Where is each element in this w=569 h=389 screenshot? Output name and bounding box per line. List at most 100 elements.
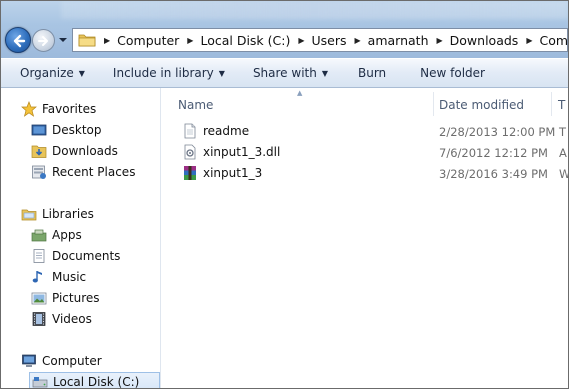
column-header-name[interactable]: Name (178, 95, 213, 115)
recent-pages-dropdown[interactable] (58, 35, 68, 45)
file-row-xinput-dll[interactable]: xinput1_3.dll 7/6/2012 12:12 PM A (162, 142, 568, 162)
desktop-icon (31, 122, 47, 138)
organize-button[interactable]: Organize ▼ (17, 62, 88, 84)
column-header-date-modified[interactable]: Date modified (439, 95, 524, 115)
file-date: 2/28/2013 12:00 PM (439, 125, 556, 139)
nav-favorites[interactable]: Favorites (21, 99, 96, 119)
computer-label: Computer (42, 354, 102, 368)
breadcrumb-compressed[interactable]: Compressed (539, 33, 568, 48)
file-date: 3/28/2016 3:49 PM (439, 167, 548, 181)
downloads-folder-icon (31, 143, 47, 159)
local-disk-label: Local Disk (C:) (53, 375, 140, 389)
chevron-down-icon: ▼ (321, 68, 328, 78)
column-type-label: T (558, 98, 566, 112)
file-name-cell: readme (182, 123, 249, 139)
navigation-pane: Favorites Desktop Downloads Recent Place… (1, 88, 161, 389)
music-label: Music (52, 270, 87, 284)
nav-libraries[interactable]: Libraries (21, 204, 94, 224)
apps-label: Apps (52, 228, 82, 242)
file-name: readme (203, 124, 250, 138)
breadcrumb-computer[interactable]: Computer (117, 33, 179, 48)
command-bar: Organize ▼ Include in library ▼ Share wi… (1, 58, 568, 88)
nav-downloads[interactable]: Downloads (31, 141, 118, 161)
file-list-pane: ▲ Name Date modified T readme 2/28/2013 … (162, 88, 568, 388)
hard-drive-icon (32, 374, 48, 388)
nav-documents[interactable]: Documents (31, 246, 120, 266)
nav-music[interactable]: Music (31, 267, 86, 287)
documents-library-icon (31, 248, 47, 264)
nav-recent-places[interactable]: Recent Places (31, 162, 135, 182)
share-with-label: Share with (252, 66, 317, 80)
forward-button[interactable] (32, 29, 55, 52)
include-in-library-label: Include in library (112, 66, 214, 80)
file-name-cell: xinput1_3.dll (182, 144, 280, 160)
winrar-archive-icon (182, 165, 198, 181)
new-folder-label: New folder (420, 66, 485, 80)
pictures-label: Pictures (52, 291, 100, 305)
text-document-icon (182, 123, 198, 139)
chevron-right-icon[interactable]: ▶ (355, 36, 361, 45)
file-row-xinput-archive[interactable]: xinput1_3 3/28/2016 3:49 PM W (162, 163, 568, 183)
file-name-cell: xinput1_3 (182, 165, 262, 181)
include-in-library-button[interactable]: Include in library ▼ (110, 62, 228, 84)
burn-button[interactable]: Burn (355, 62, 389, 84)
breadcrumb-local-disk[interactable]: Local Disk (C:) (200, 33, 290, 48)
chevron-down-icon: ▼ (218, 68, 225, 78)
chevron-right-icon[interactable]: ▶ (298, 36, 304, 45)
share-with-button[interactable]: Share with ▼ (250, 62, 331, 84)
desktop-label: Desktop (52, 123, 102, 137)
computer-icon (21, 353, 37, 369)
back-button[interactable] (5, 27, 31, 53)
nav-videos[interactable]: Videos (31, 309, 92, 329)
film-strip-icon (31, 311, 47, 327)
organize-label: Organize (20, 66, 74, 80)
downloads-label: Downloads (52, 144, 118, 158)
chevron-right-icon[interactable]: ▶ (526, 36, 532, 45)
nav-desktop[interactable]: Desktop (31, 120, 102, 140)
recent-places-icon (31, 164, 47, 180)
column-divider[interactable] (433, 92, 434, 116)
file-name: xinput1_3 (203, 166, 263, 180)
music-note-icon (31, 269, 47, 285)
file-type: W (559, 167, 568, 181)
address-bar[interactable]: ▶ Computer ▶ Local Disk (C:) ▶ Users ▶ a… (72, 28, 568, 52)
favorites-label: Favorites (42, 102, 97, 116)
sort-ascending-icon: ▲ (297, 89, 303, 97)
nav-local-disk[interactable]: Local Disk (C:) (29, 372, 160, 389)
nav-computer[interactable]: Computer (21, 351, 102, 371)
new-folder-button[interactable]: New folder (417, 62, 488, 84)
breadcrumb-users[interactable]: Users (312, 33, 347, 48)
chevron-right-icon[interactable]: ▶ (104, 36, 110, 45)
file-row-readme[interactable]: readme 2/28/2013 12:00 PM T (162, 121, 568, 141)
nav-pictures[interactable]: Pictures (31, 288, 100, 308)
title-bar: ▶ Computer ▶ Local Disk (C:) ▶ Users ▶ a… (1, 1, 568, 58)
videos-label: Videos (52, 312, 92, 326)
column-date-label: Date modified (439, 98, 525, 112)
apps-library-icon (31, 227, 47, 243)
chevron-right-icon[interactable]: ▶ (187, 36, 193, 45)
explorer-window: ▶ Computer ▶ Local Disk (C:) ▶ Users ▶ a… (0, 0, 569, 389)
file-date: 7/6/2012 12:12 PM (439, 146, 548, 160)
column-divider[interactable] (551, 92, 552, 116)
blurred-background (61, 1, 568, 19)
folder-icon (78, 33, 96, 47)
column-header-type[interactable]: T (558, 95, 565, 115)
back-arrow-icon (13, 34, 26, 48)
libraries-icon (21, 206, 37, 222)
breadcrumb-downloads[interactable]: Downloads (450, 33, 519, 48)
dll-file-icon (182, 144, 198, 160)
breadcrumb-amarnath[interactable]: amarnath (368, 33, 429, 48)
documents-label: Documents (52, 249, 121, 263)
chevron-right-icon[interactable]: ▶ (437, 36, 443, 45)
column-name-label: Name (178, 98, 214, 112)
pictures-library-icon (31, 290, 47, 306)
libraries-label: Libraries (42, 207, 94, 221)
file-name: xinput1_3.dll (203, 145, 281, 159)
file-type: A (559, 146, 567, 160)
chevron-down-icon: ▼ (78, 68, 85, 78)
forward-arrow-icon (38, 36, 48, 46)
nav-apps[interactable]: Apps (31, 225, 82, 245)
recent-places-label: Recent Places (52, 165, 136, 179)
file-type: T (559, 125, 567, 139)
star-icon (21, 101, 37, 117)
